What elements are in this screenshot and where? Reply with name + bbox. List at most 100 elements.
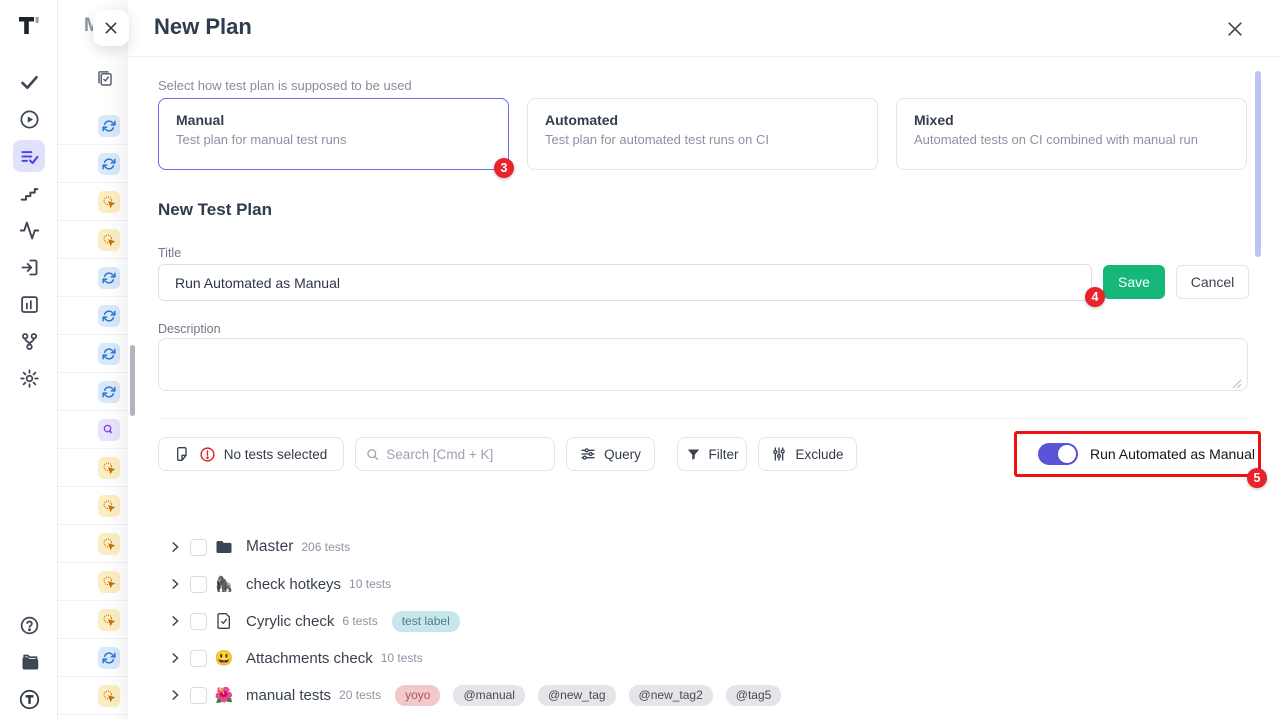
modal-header (128, 0, 1280, 57)
projects-sidebar: M Sn Sn eff ex ex pla on pla aa qu en im… (58, 0, 128, 720)
exclude-sliders-icon (771, 446, 787, 462)
app-logo-icon[interactable] (15, 12, 43, 40)
nav-test-plans-icon[interactable] (13, 140, 45, 172)
nav-steps-icon[interactable] (13, 177, 45, 209)
tree-row-manual-tests[interactable]: 🌺 manual tests 20 tests yoyo @manual @ne… (128, 677, 1280, 713)
chevron-right-icon[interactable] (168, 577, 182, 591)
icon-rail (0, 0, 58, 720)
docs-icon[interactable] (13, 646, 45, 678)
toggle-label: Run Automated as Manual (1090, 446, 1255, 462)
card-desc: Test plan for manual test runs (176, 132, 491, 147)
step-badge-5: 5 (1247, 468, 1267, 488)
section-divider (158, 418, 1248, 419)
new-plan-modal: New Plan Select how test plan is suppose… (128, 0, 1280, 720)
card-desc: Test plan for automated test runs on CI (545, 132, 860, 147)
sync-run-icon (98, 381, 120, 403)
description-label: Description (158, 322, 221, 336)
tree-row-check-hotkeys[interactable]: 🦍 check hotkeys 10 tests (128, 566, 1280, 602)
chevron-right-icon[interactable] (168, 688, 182, 702)
row-checkbox[interactable] (190, 650, 207, 667)
suite-count: 10 tests (349, 577, 391, 591)
logo-badge-icon[interactable] (13, 683, 45, 715)
step-badge-4: 4 (1085, 287, 1105, 307)
card-title: Manual (176, 112, 491, 128)
manual-run-icon (98, 571, 120, 593)
nav-check-icon[interactable] (13, 66, 45, 98)
filter-button[interactable]: Filter (677, 437, 747, 471)
suite-tag-pill: @tag5 (726, 685, 782, 706)
help-icon[interactable] (13, 609, 45, 641)
target-run-icon (98, 419, 120, 441)
suite-tag-pill: @new_tag (538, 685, 616, 706)
document-check-icon (214, 612, 234, 630)
title-input[interactable] (158, 264, 1092, 301)
manual-run-icon (98, 533, 120, 555)
description-textarea[interactable] (158, 338, 1248, 391)
suite-name: manual tests (246, 687, 331, 704)
filter-funnel-icon (686, 447, 701, 462)
sidebar-scrollbar[interactable] (130, 345, 135, 416)
sync-run-icon (98, 647, 120, 669)
plan-type-hint: Select how test plan is supposed to be u… (158, 78, 412, 93)
manual-run-icon (98, 229, 120, 251)
plan-type-automated[interactable]: Automated Test plan for automated test r… (527, 98, 878, 170)
modal-close-icon[interactable] (1224, 18, 1246, 40)
tree-row-attachments-check[interactable]: 😃 Attachments check 10 tests (128, 640, 1280, 676)
row-checkbox[interactable] (190, 576, 207, 593)
drawer-close-button[interactable] (93, 10, 129, 46)
folder-icon (214, 539, 234, 555)
tree-row-cyrylic-check[interactable]: Cyrylic check 6 tests test label (128, 603, 1280, 639)
plan-type-cards: Manual Test plan for manual test runs 3 … (158, 98, 1247, 170)
nav-analytics-icon[interactable] (13, 288, 45, 320)
resize-grip-icon[interactable] (1232, 376, 1242, 394)
checklist-icon[interactable] (96, 70, 114, 93)
chevron-right-icon[interactable] (168, 651, 182, 665)
card-desc: Automated tests on CI combined with manu… (914, 132, 1229, 147)
row-checkbox[interactable] (190, 687, 207, 704)
nav-gear-icon[interactable] (13, 362, 45, 394)
suite-label-pill: test label (392, 611, 460, 632)
row-checkbox[interactable] (190, 539, 207, 556)
app-root: M Sn Sn eff ex ex pla on pla aa qu en im… (0, 0, 1280, 720)
nav-play-circle-icon[interactable] (13, 103, 45, 135)
search-input[interactable] (386, 447, 544, 462)
toggle-knob (1058, 445, 1076, 463)
suite-count: 10 tests (381, 651, 423, 665)
suite-name: Cyrylic check (246, 613, 334, 630)
no-tests-selected-button[interactable]: No tests selected (158, 437, 344, 471)
chevron-right-icon[interactable] (168, 614, 182, 628)
title-label: Title (158, 246, 181, 260)
query-label: Query (604, 447, 641, 462)
modal-scrollbar[interactable] (1255, 71, 1261, 257)
nav-branch-icon[interactable] (13, 325, 45, 357)
chevron-right-icon[interactable] (168, 540, 182, 554)
query-button[interactable]: Query (566, 437, 655, 471)
exclude-button[interactable]: Exclude (758, 437, 857, 471)
sync-run-icon (98, 343, 120, 365)
suite-label-pill: yoyo (395, 685, 440, 706)
suite-tag-pill: @manual (453, 685, 525, 706)
plan-type-mixed[interactable]: Mixed Automated tests on CI combined wit… (896, 98, 1247, 170)
suite-count: 206 tests (301, 540, 350, 554)
modal-title: New Plan (154, 14, 252, 40)
sync-run-icon (98, 115, 120, 137)
suite-tag-pill: @new_tag2 (629, 685, 713, 706)
nav-activity-icon[interactable] (13, 214, 45, 246)
cancel-button[interactable]: Cancel (1176, 265, 1249, 299)
card-title: Automated (545, 112, 860, 128)
test-doc-icon (175, 446, 191, 462)
query-sliders-icon (580, 446, 596, 462)
run-automated-toggle-highlight: Run Automated as Manual (1014, 431, 1261, 477)
plan-type-manual[interactable]: Manual Test plan for manual test runs 3 (158, 98, 509, 170)
suite-name: Attachments check (246, 650, 373, 667)
row-checkbox[interactable] (190, 613, 207, 630)
save-button[interactable]: Save (1103, 265, 1165, 299)
search-box (355, 437, 555, 471)
form-heading: New Test Plan (158, 200, 272, 220)
nav-login-icon[interactable] (13, 251, 45, 283)
run-automated-toggle[interactable] (1038, 443, 1078, 465)
manual-run-icon (98, 191, 120, 213)
no-tests-label: No tests selected (224, 447, 328, 462)
tree-row-master[interactable]: Master 206 tests (128, 529, 1280, 565)
smiley-emoji-icon: 😃 (214, 649, 234, 667)
